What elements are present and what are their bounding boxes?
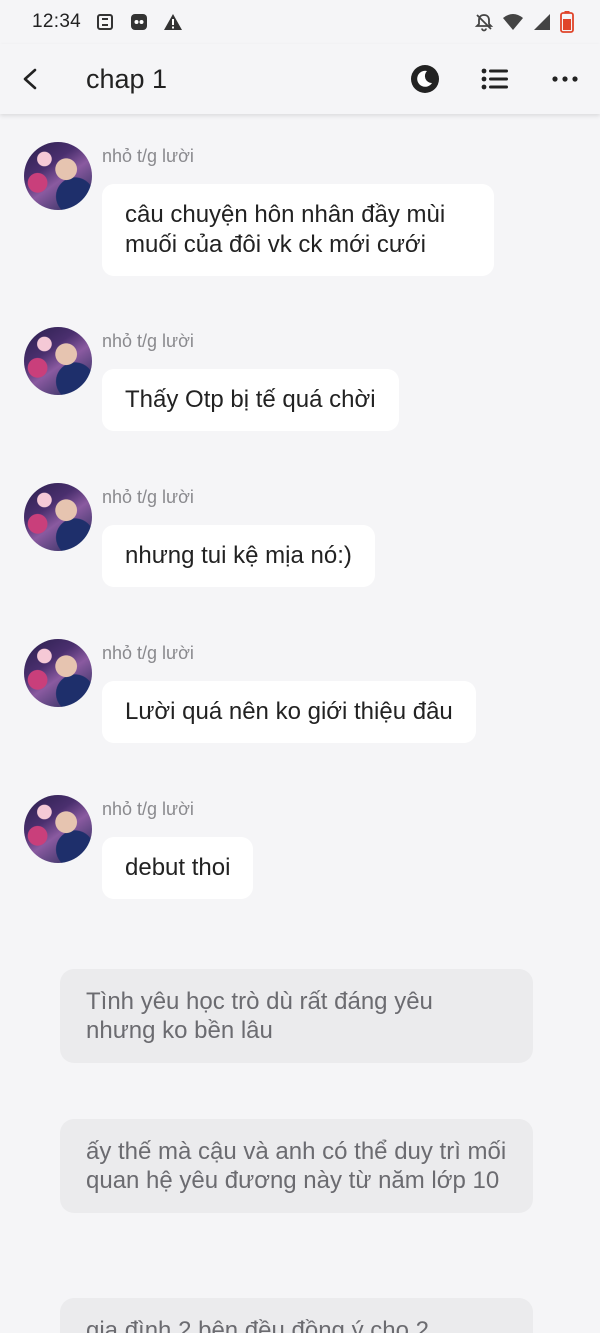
author-avatar[interactable] [24,795,92,863]
battery-icon [560,11,574,33]
sender-name: nhỏ t/g lười [102,487,194,507]
app-bar: chap 1 [0,44,600,114]
status-right [474,11,574,33]
chat-message: nhỏ t/g lười debut thoi [0,795,600,905]
narration-block: gia đình 2 bên đều đồng ý cho 2 [60,1298,533,1333]
message-bubble: debut thoi [102,837,254,899]
chat-message: nhỏ t/g lười nhưng tui kệ mịa nó:) [0,483,600,593]
night-mode-button[interactable] [407,61,443,97]
status-left: 12:34 [32,11,183,33]
notifications-off-icon [474,12,494,32]
message-bubble: nhưng tui kệ mịa nó:) [102,525,375,587]
app-notification-icon [129,12,149,32]
chapter-list-button[interactable] [477,61,513,97]
chat-message: nhỏ t/g lười Thấy Otp bị tế quá chời [0,327,600,437]
chapter-title: chap 1 [86,64,168,94]
sender-name: nhỏ t/g lười [102,331,194,351]
list-icon [481,67,509,91]
more-icon [551,75,579,83]
narration-block: ấy thế mà cậu và anh có thể duy trì mối … [60,1119,533,1213]
status-bar: 12:34 [0,0,600,44]
narration-block: Tình yêu học trò dù rất đáng yêu nhưng k… [60,969,533,1063]
night-mode-icon [410,64,440,94]
chat-message: nhỏ t/g lười Lười quá nên ko giới thiệu … [0,639,600,749]
warning-icon [163,12,183,32]
more-options-button[interactable] [547,61,583,97]
status-time: 12:34 [32,11,82,32]
sender-name: nhỏ t/g lười [102,643,194,663]
chat-message: nhỏ t/g lười câu chuyện hôn nhân đầy mùi… [0,142,600,282]
sender-name: nhỏ t/g lười [102,799,194,819]
back-button[interactable] [14,62,48,96]
wifi-icon [502,12,524,32]
chat-message-list[interactable]: nhỏ t/g lười câu chuyện hôn nhân đầy mùi… [0,114,600,1333]
sender-name: nhỏ t/g lười [102,146,194,166]
signal-icon [532,12,552,32]
screenshot-icon [95,12,115,32]
author-avatar[interactable] [24,142,92,210]
back-icon [19,67,43,91]
message-bubble: Lười quá nên ko giới thiệu đâu [102,681,476,743]
author-avatar[interactable] [24,483,92,551]
author-avatar[interactable] [24,639,92,707]
author-avatar[interactable] [24,327,92,395]
message-bubble: Thấy Otp bị tế quá chời [102,369,399,431]
message-bubble: câu chuyện hôn nhân đầy mùi muối của đôi… [102,184,494,276]
